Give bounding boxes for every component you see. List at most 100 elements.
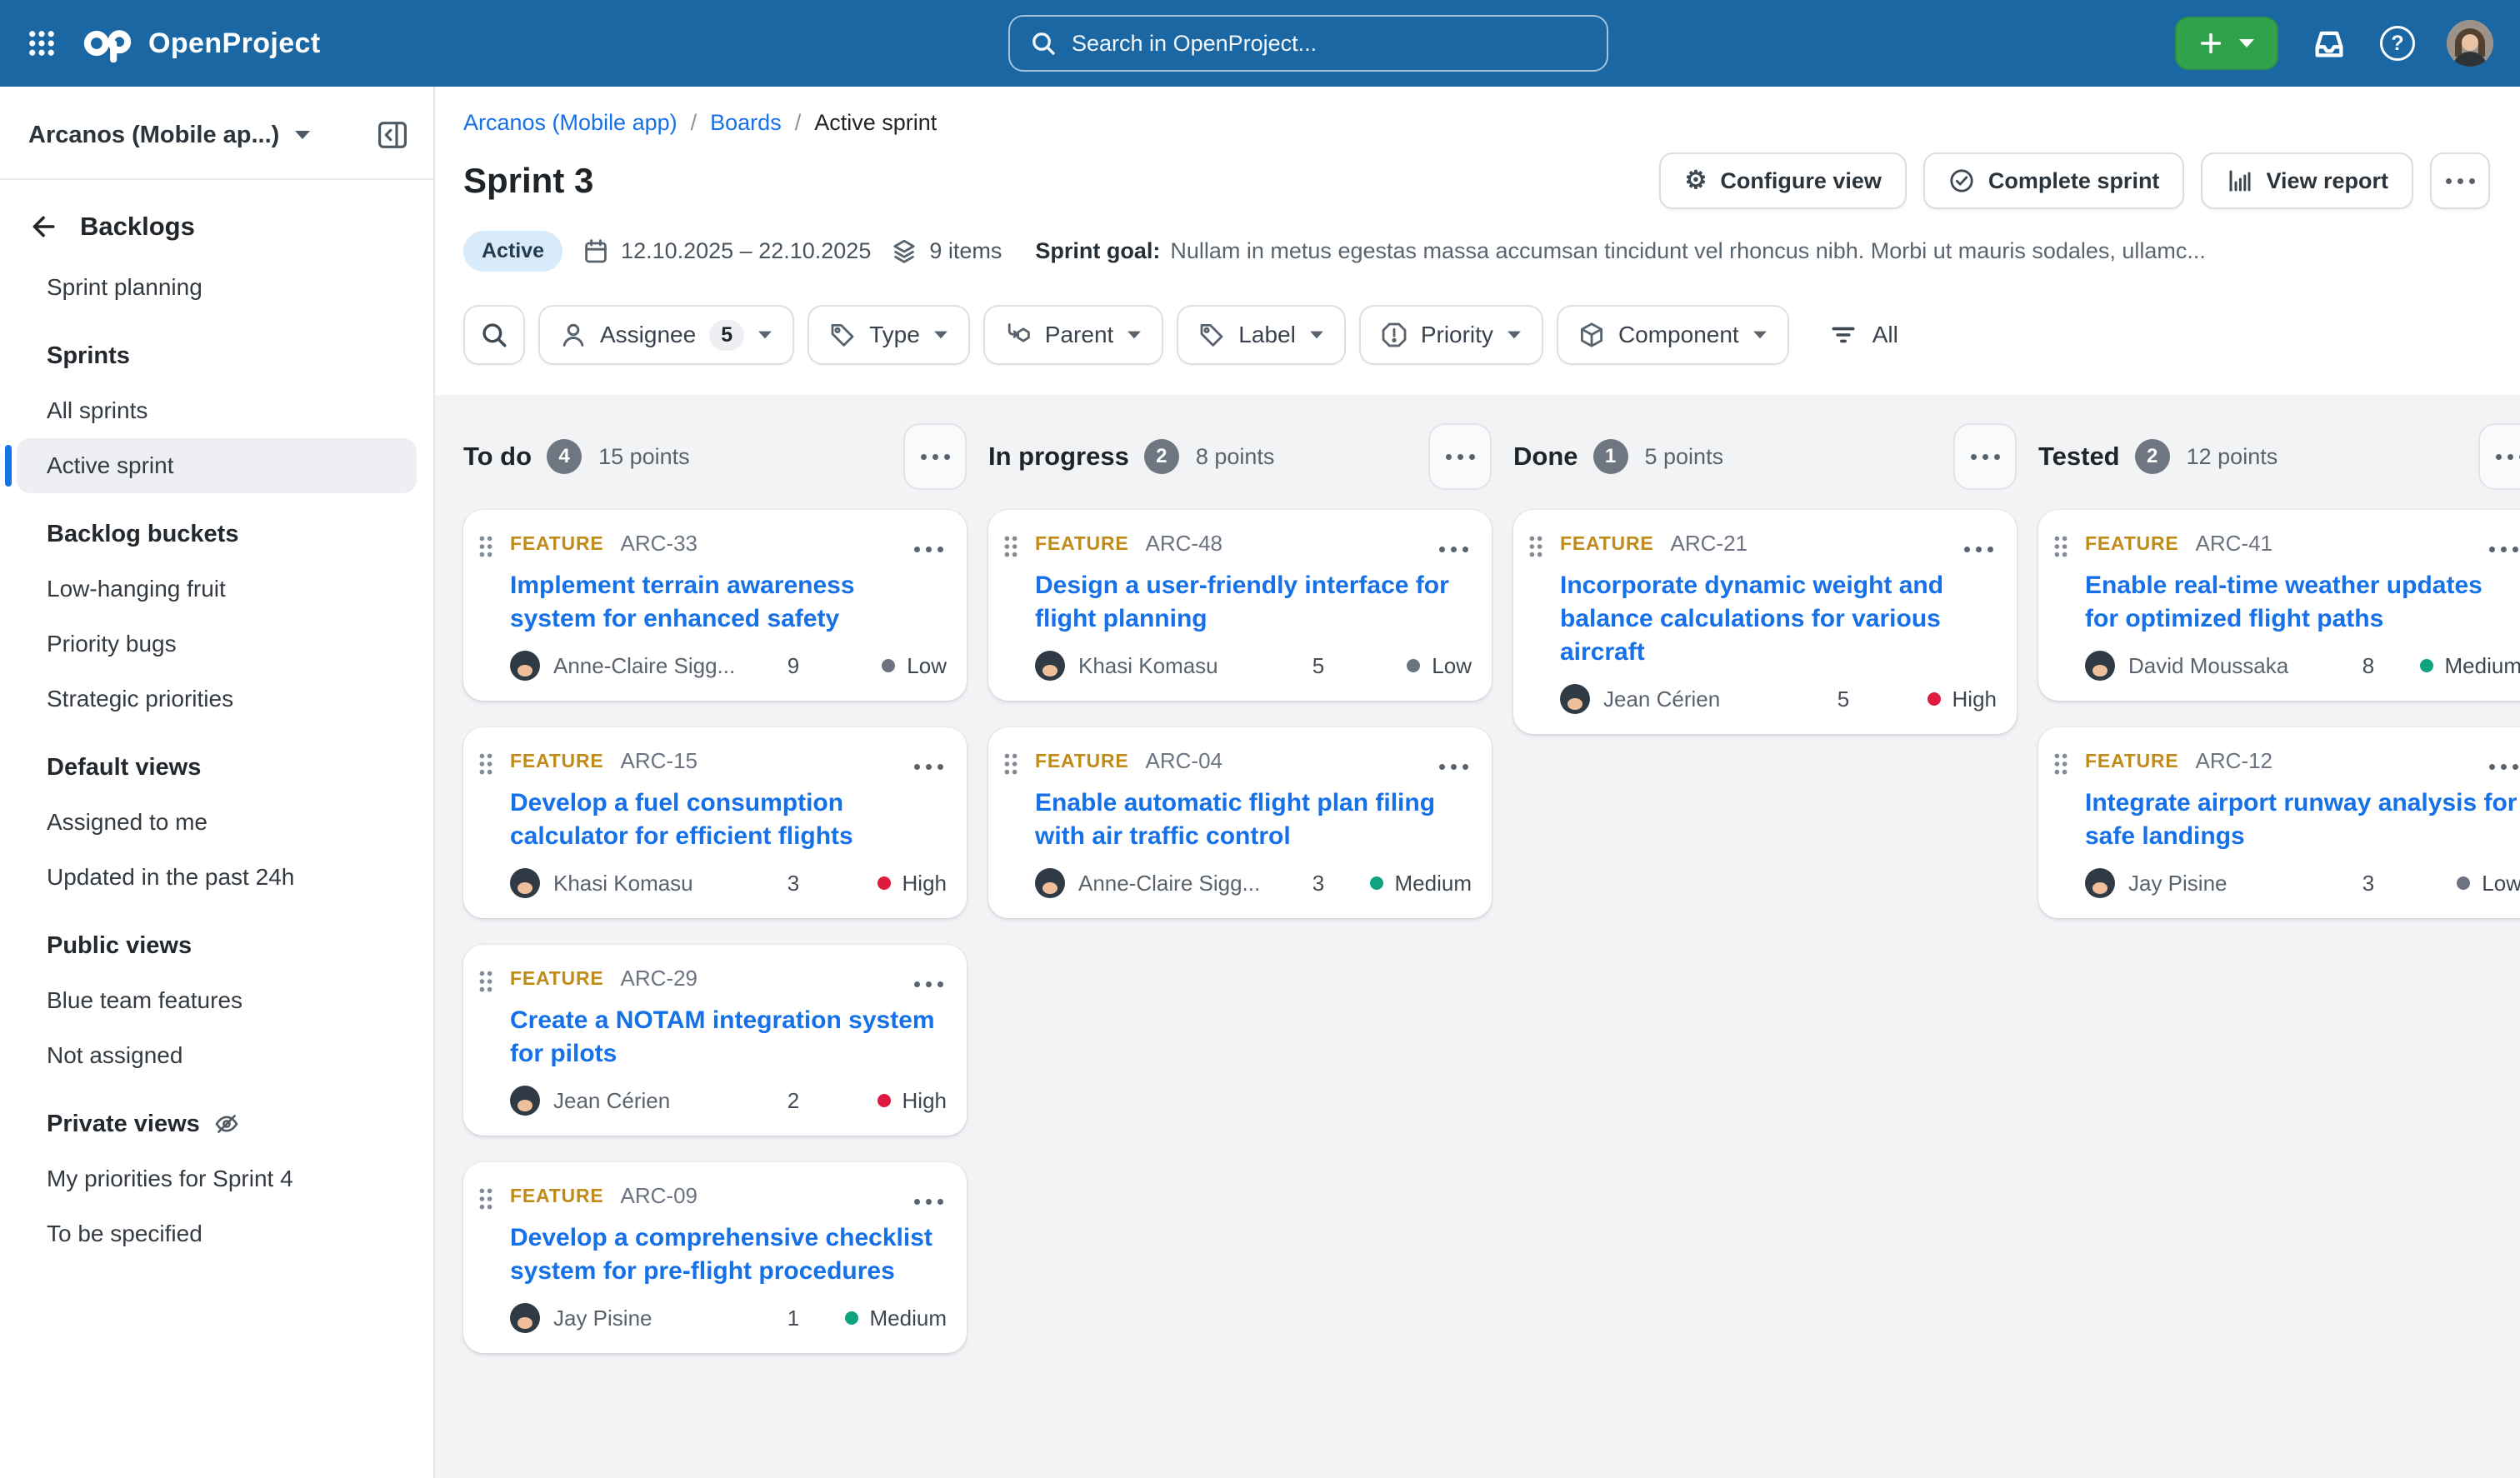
priority-badge: High: [837, 871, 947, 896]
work-package-card[interactable]: FEATURE ARC-12 Integrate airport runway …: [2038, 727, 2520, 918]
drag-handle-icon[interactable]: [1003, 752, 1018, 776]
filter-search-button[interactable]: [463, 305, 525, 365]
sidebar-item-not-assigned[interactable]: Not assigned: [17, 1028, 417, 1083]
work-package-card[interactable]: FEATURE ARC-33 Implement terrain awarene…: [463, 510, 967, 701]
sidebar-item-assigned-to-me[interactable]: Assigned to me: [17, 795, 417, 850]
help-icon[interactable]: [2380, 26, 2415, 61]
priority-label: Medium: [2445, 653, 2520, 679]
more-icon: [2489, 547, 2518, 552]
work-package-card[interactable]: FEATURE ARC-29 Create a NOTAM integratio…: [463, 945, 967, 1136]
column-count-badge: 1: [1593, 439, 1628, 474]
card-menu-button[interactable]: [2489, 528, 2518, 559]
column-menu-button[interactable]: [1953, 423, 2017, 490]
work-package-title[interactable]: Design a user-friendly interface for fli…: [1035, 569, 1472, 636]
priority-label: High: [1952, 687, 1997, 712]
work-package-title[interactable]: Integrate airport runway analysis for sa…: [2085, 786, 2520, 853]
work-package-card[interactable]: FEATURE ARC-21 Incorporate dynamic weigh…: [1513, 510, 2017, 734]
configure-view-button[interactable]: ⚙ Configure view: [1659, 152, 1906, 209]
priority-badge: Low: [837, 653, 947, 679]
card-menu-button[interactable]: [914, 746, 943, 776]
global-search-input[interactable]: Search in OpenProject...: [1008, 15, 1608, 72]
breadcrumb-project-link[interactable]: Arcanos (Mobile app): [463, 110, 678, 136]
drag-handle-icon[interactable]: [1528, 535, 1543, 558]
assignee-name: Khasi Komasu: [553, 871, 750, 896]
work-package-title[interactable]: Enable automatic flight plan filing with…: [1035, 786, 1472, 853]
sidebar-item-updated-past-24h[interactable]: Updated in the past 24h: [17, 850, 417, 905]
card-menu-button[interactable]: [1439, 746, 1468, 776]
more-icon: [1964, 547, 1993, 552]
sidebar-item-my-priorities-sprint-4[interactable]: My priorities for Sprint 4: [17, 1151, 417, 1206]
work-package-title[interactable]: Incorporate dynamic weight and balance c…: [1560, 569, 1997, 669]
filter-type[interactable]: Type: [808, 305, 970, 365]
breadcrumb-separator: /: [795, 110, 802, 136]
sidebar-item-priority-bugs[interactable]: Priority bugs: [17, 617, 417, 672]
card-menu-button[interactable]: [914, 963, 943, 994]
column-menu-button[interactable]: [1428, 423, 1492, 490]
sidebar-item-sprint-planning[interactable]: Sprint planning: [17, 260, 417, 315]
sidebar-item-low-hanging-fruit[interactable]: Low-hanging fruit: [17, 562, 417, 617]
breadcrumb-boards-link[interactable]: Boards: [710, 110, 782, 136]
back-arrow-icon[interactable]: [28, 212, 57, 241]
drag-handle-icon[interactable]: [1003, 535, 1018, 558]
user-avatar[interactable]: [2447, 20, 2493, 67]
work-package-card[interactable]: FEATURE ARC-41 Enable real-time weather …: [2038, 510, 2520, 701]
more-actions-button[interactable]: [2430, 152, 2490, 209]
work-package-type: FEATURE: [510, 1185, 604, 1207]
work-package-type: FEATURE: [2085, 532, 2179, 555]
work-package-type: FEATURE: [510, 750, 604, 772]
sidebar-section-label: Private views: [47, 1111, 200, 1138]
sidebar-item-strategic-priorities[interactable]: Strategic priorities: [17, 672, 417, 727]
create-button[interactable]: [2175, 17, 2278, 70]
project-switcher[interactable]: Arcanos (Mobile ap...): [0, 112, 433, 158]
apps-grid-icon[interactable]: [27, 28, 57, 58]
priority-badge: Low: [2412, 871, 2520, 896]
sidebar-item-blue-team-features[interactable]: Blue team features: [17, 973, 417, 1028]
work-package-card[interactable]: FEATURE ARC-04 Enable automatic flight p…: [988, 727, 1492, 918]
work-package-title[interactable]: Implement terrain awareness system for e…: [510, 569, 947, 636]
view-report-button[interactable]: View report: [2201, 152, 2413, 209]
column-menu-button[interactable]: [903, 423, 967, 490]
all-filters-label: All: [1872, 322, 1898, 348]
column-points: 8 points: [1196, 444, 1275, 470]
drag-handle-icon[interactable]: [478, 970, 493, 993]
filter-component[interactable]: Component: [1557, 305, 1789, 365]
drag-handle-icon[interactable]: [478, 535, 493, 558]
openproject-logo[interactable]: OpenProject: [83, 24, 321, 62]
sidebar-section-sprints: Sprints: [17, 328, 417, 383]
filter-priority[interactable]: Priority: [1359, 305, 1543, 365]
sidebar-item-all-sprints[interactable]: All sprints: [17, 383, 417, 438]
card-menu-button[interactable]: [1439, 528, 1468, 559]
column-menu-button[interactable]: [2478, 423, 2520, 490]
assignee-name: David Moussaka: [2128, 653, 2325, 679]
inbox-icon[interactable]: [2310, 24, 2348, 62]
sidebar-item-to-be-specified[interactable]: To be specified: [17, 1206, 417, 1261]
card-menu-button[interactable]: [914, 1181, 943, 1211]
work-package-title[interactable]: Enable real-time weather updates for opt…: [2085, 569, 2520, 636]
items-count: 9 items: [891, 238, 1002, 265]
priority-label: Medium: [1395, 871, 1472, 896]
all-filters-toggle[interactable]: All: [1829, 321, 1898, 349]
card-menu-button[interactable]: [1964, 528, 1993, 559]
drag-handle-icon[interactable]: [2053, 535, 2068, 558]
work-package-card[interactable]: FEATURE ARC-15 Develop a fuel consumptio…: [463, 727, 967, 918]
work-package-title[interactable]: Develop a fuel consumption calculator fo…: [510, 786, 947, 853]
drag-handle-icon[interactable]: [2053, 752, 2068, 776]
complete-sprint-button[interactable]: Complete sprint: [1923, 152, 2185, 209]
assignee-name: Khasi Komasu: [1078, 653, 1275, 679]
work-package-card[interactable]: FEATURE ARC-48 Design a user-friendly in…: [988, 510, 1492, 701]
filter-assignee[interactable]: Assignee 5: [538, 305, 794, 365]
drag-handle-icon[interactable]: [478, 1187, 493, 1211]
collapse-sidebar-icon[interactable]: [377, 121, 408, 149]
more-icon: [1446, 454, 1475, 460]
filter-parent[interactable]: Parent: [983, 305, 1164, 365]
card-menu-button[interactable]: [914, 528, 943, 559]
card-menu-button[interactable]: [2489, 746, 2518, 776]
drag-handle-icon[interactable]: [478, 752, 493, 776]
work-package-title[interactable]: Create a NOTAM integration system for pi…: [510, 1004, 947, 1071]
sidebar-item-active-sprint[interactable]: Active sprint: [17, 438, 417, 493]
page-title: Sprint 3: [463, 161, 593, 201]
board-column-done: Done 1 5 points FEATURE ARC-21 Incorpora…: [1513, 422, 2017, 1478]
work-package-card[interactable]: FEATURE ARC-09 Develop a comprehensive c…: [463, 1162, 967, 1353]
filter-label[interactable]: Label: [1177, 305, 1346, 365]
work-package-title[interactable]: Develop a comprehensive checklist system…: [510, 1221, 947, 1288]
